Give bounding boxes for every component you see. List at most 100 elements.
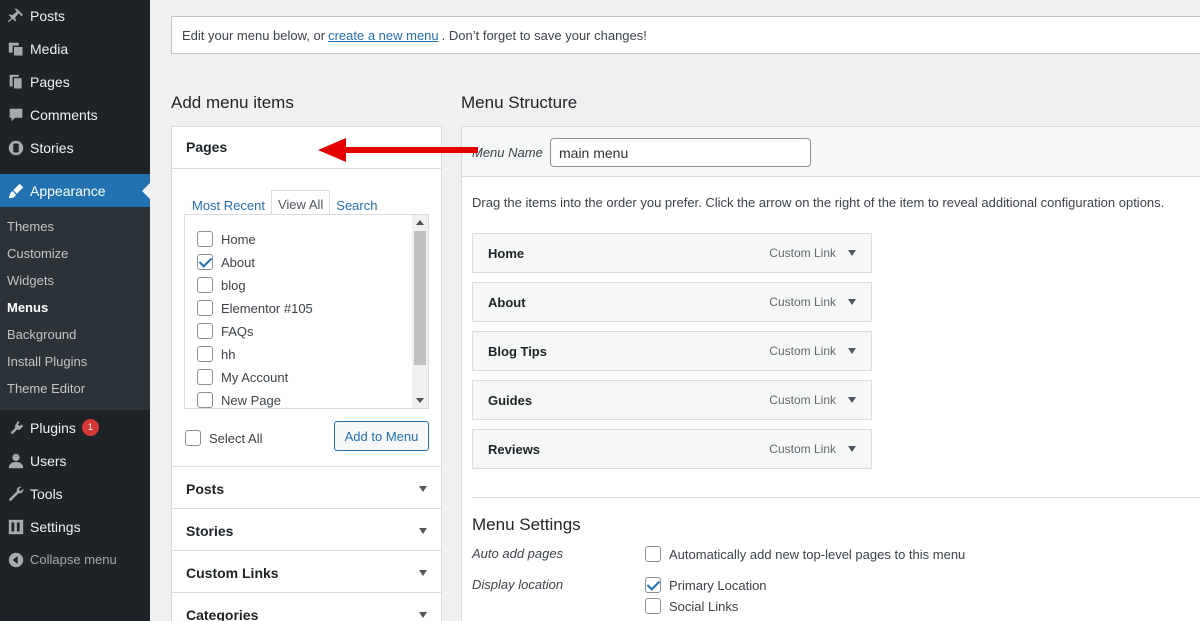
wrench-icon: [0, 485, 30, 503]
collapse-menu-button[interactable]: Collapse menu: [0, 543, 150, 576]
page-item-home[interactable]: Home: [197, 231, 256, 247]
checkbox[interactable]: [197, 254, 213, 270]
chevron-down-icon[interactable]: [419, 527, 427, 534]
sidebar-item-media[interactable]: Media: [0, 32, 150, 65]
chevron-down-icon[interactable]: [848, 299, 856, 305]
pages-panel: Pages Most Recent View All Search Home A…: [171, 126, 442, 467]
appearance-submenu: Themes Customize Widgets Menus Backgroun…: [0, 207, 150, 410]
stories-panel[interactable]: Stories: [171, 508, 442, 551]
page-item-my-account[interactable]: My Account: [197, 369, 288, 385]
categories-panel[interactable]: Categories: [171, 592, 442, 621]
menu-name-row: Menu Name: [462, 127, 1200, 177]
comment-icon: [0, 106, 30, 124]
checkbox[interactable]: [197, 300, 213, 316]
page-item-faqs[interactable]: FAQs: [197, 323, 254, 339]
sidebar-item-posts[interactable]: Posts: [0, 0, 150, 32]
page-item-blog[interactable]: blog: [197, 277, 246, 293]
scroll-down-arrow-icon[interactable]: [416, 398, 424, 403]
create-new-menu-link[interactable]: create a new menu: [328, 28, 439, 43]
page-item-hh[interactable]: hh: [197, 346, 235, 362]
select-all[interactable]: Select All: [185, 430, 262, 446]
sidebar-item-pages[interactable]: Pages: [0, 65, 150, 98]
menu-item-blog-tips[interactable]: Blog Tips Custom Link: [472, 331, 872, 371]
scroll-up-arrow-icon[interactable]: [416, 220, 424, 225]
divider: [472, 497, 1200, 498]
social-links-checkbox[interactable]: [645, 598, 661, 614]
chevron-down-icon[interactable]: [419, 611, 427, 618]
categories-panel-title: Categories: [186, 606, 259, 621]
auto-add-pages-label: Auto add pages: [472, 546, 564, 561]
update-count-badge: 1: [81, 419, 99, 436]
menu-name-input[interactable]: [550, 138, 811, 167]
page-item-elementor[interactable]: Elementor #105: [197, 300, 313, 316]
drag-instructions: Drag the items into the order you prefer…: [472, 195, 1165, 210]
submenu-item-background[interactable]: Background: [7, 327, 76, 342]
sidebar-item-stories[interactable]: Stories: [0, 131, 150, 164]
plug-icon: [0, 419, 30, 437]
menu-item-guides[interactable]: Guides Custom Link: [472, 380, 872, 420]
sidebar-item-settings[interactable]: Settings: [0, 510, 150, 543]
add-menu-items-title: Add menu items: [171, 93, 294, 112]
display-location-label: Display location: [472, 577, 564, 592]
auto-add-pages-option[interactable]: Automatically add new top-level pages to…: [645, 546, 965, 562]
location-primary[interactable]: Primary Location: [645, 577, 767, 593]
collapse-icon: [0, 552, 30, 568]
chevron-down-icon[interactable]: [419, 485, 427, 492]
settings-icon: [0, 518, 30, 536]
page-item-about[interactable]: About: [197, 254, 255, 270]
checklist-scrollbar[interactable]: [412, 215, 428, 408]
posts-panel-title: Posts: [186, 480, 225, 497]
stories-icon: [0, 139, 30, 157]
submenu-item-widgets[interactable]: Widgets: [7, 273, 54, 288]
chevron-down-icon[interactable]: [848, 397, 856, 403]
annotation-arrow-icon: [318, 138, 478, 162]
submenu-item-menus[interactable]: Menus: [7, 300, 48, 315]
checkbox[interactable]: [197, 231, 213, 247]
pages-icon: [0, 73, 30, 91]
menu-name-label: Menu Name: [472, 145, 543, 160]
submenu-item-theme-editor[interactable]: Theme Editor: [7, 381, 85, 396]
checkbox[interactable]: [197, 392, 213, 408]
pin-icon: [0, 7, 30, 25]
edit-menu-notice: Edit your menu below, or create a new me…: [171, 16, 1200, 54]
page-item-new-page[interactable]: New Page: [197, 392, 281, 408]
submenu-item-themes[interactable]: Themes: [7, 219, 54, 234]
notice-text: Edit your menu below, or: [182, 27, 326, 43]
checkbox[interactable]: [197, 323, 213, 339]
user-icon: [0, 452, 30, 470]
chevron-down-icon[interactable]: [848, 348, 856, 354]
submenu-item-customize[interactable]: Customize: [7, 246, 68, 261]
scrollbar-thumb[interactable]: [414, 231, 426, 365]
auto-add-checkbox[interactable]: [645, 546, 661, 562]
checkbox[interactable]: [197, 277, 213, 293]
menu-structure-title: Menu Structure: [461, 93, 578, 112]
sidebar-item-appearance[interactable]: Appearance: [0, 174, 150, 207]
admin-sidebar: Posts Media Pages Comments Stories Appea…: [0, 0, 150, 621]
submenu-item-install-plugins[interactable]: Install Plugins: [7, 354, 87, 369]
notice-text-end: . Don’t forget to save your changes!: [441, 27, 647, 43]
media-icon: [0, 40, 30, 58]
sidebar-item-users[interactable]: Users: [0, 444, 150, 477]
checkbox[interactable]: [197, 369, 213, 385]
select-all-checkbox[interactable]: [185, 430, 201, 446]
primary-location-checkbox[interactable]: [645, 577, 661, 593]
sidebar-item-tools[interactable]: Tools: [0, 477, 150, 510]
chevron-down-icon[interactable]: [419, 569, 427, 576]
menu-structure-panel: Menu Name Drag the items into the order …: [461, 126, 1200, 621]
menu-item-home[interactable]: Home Custom Link: [472, 233, 872, 273]
checkbox[interactable]: [197, 346, 213, 362]
menu-item-reviews[interactable]: Reviews Custom Link: [472, 429, 872, 469]
custom-links-panel-title: Custom Links: [186, 564, 279, 581]
custom-links-panel[interactable]: Custom Links: [171, 550, 442, 593]
pages-panel-title: Pages: [186, 139, 228, 155]
sidebar-item-plugins[interactable]: Plugins 1: [0, 411, 150, 444]
brush-icon: [0, 182, 30, 200]
location-social-links[interactable]: Social Links: [645, 598, 738, 614]
sidebar-item-comments[interactable]: Comments: [0, 98, 150, 131]
chevron-down-icon[interactable]: [848, 250, 856, 256]
chevron-down-icon[interactable]: [848, 446, 856, 452]
menu-settings-title: Menu Settings: [472, 515, 581, 534]
posts-panel[interactable]: Posts: [171, 466, 442, 509]
add-to-menu-button[interactable]: Add to Menu: [334, 421, 429, 451]
menu-item-about[interactable]: About Custom Link: [472, 282, 872, 322]
